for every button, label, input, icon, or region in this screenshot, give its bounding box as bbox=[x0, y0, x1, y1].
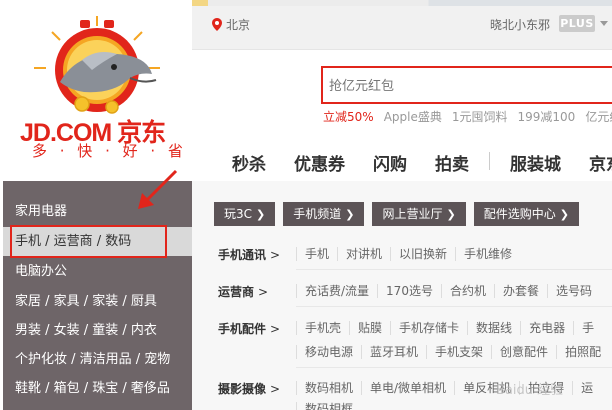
subcat-heading-label: 手机通讯 bbox=[218, 248, 267, 262]
chevron-right-icon: > bbox=[270, 382, 281, 396]
category-item-personal-care[interactable]: 个护化妆 / 清洁用品 / 宠物 bbox=[3, 345, 192, 374]
subcat-link[interactable]: 以旧换新 bbox=[390, 247, 455, 261]
baidu-watermark: Baidu 经验 bbox=[496, 383, 564, 398]
nav-auction[interactable]: 拍卖 bbox=[435, 150, 469, 175]
category-menu: 家用电器 手机 / 运营商 / 数码 电脑办公 家居 / 家具 / 家装 / 厨… bbox=[3, 181, 192, 410]
subcat-links: 手机壳 贴膜 手机存储卡 数据线 充电器 手 bbox=[296, 321, 602, 335]
subcat-link[interactable]: 创意配件 bbox=[491, 345, 556, 359]
hotword-link[interactable]: 立减50% bbox=[323, 108, 374, 125]
chevron-right-icon: ❯ bbox=[256, 208, 266, 221]
subcat-links: 充话费/流量 170选号 合约机 办套餐 选号码 bbox=[296, 284, 600, 298]
subcat-link[interactable]: 选号码 bbox=[546, 284, 600, 298]
nav-divider bbox=[489, 152, 490, 170]
subcat-heading-label: 运营商 bbox=[218, 285, 255, 299]
subcat-link[interactable]: 移动电源 bbox=[296, 345, 361, 359]
category-item-shoes-bags[interactable]: 鞋靴 / 箱包 / 珠宝 / 奢侈品 bbox=[3, 374, 192, 403]
row-divider bbox=[296, 306, 612, 307]
subcat-link[interactable]: 对讲机 bbox=[337, 247, 390, 261]
subcat-links: 手机 对讲机 以旧换新 手机维修 bbox=[296, 247, 520, 261]
subcat-heading-carrier[interactable]: 运营商 > bbox=[218, 283, 268, 300]
subcat-link[interactable]: 手机存储卡 bbox=[390, 321, 467, 335]
chevron-right-icon: > bbox=[270, 248, 281, 262]
nav-flash-sale[interactable]: 闪购 bbox=[373, 150, 407, 175]
subcat-link[interactable]: 办套餐 bbox=[493, 284, 547, 298]
hotword-link[interactable]: Apple盛典 bbox=[384, 108, 442, 125]
subcat-heading-phone-comm[interactable]: 手机通讯 > bbox=[218, 246, 280, 263]
channel-chips: 玩3C ❯ 手机频道 ❯ 网上营业厅 ❯ 配件选购中心 ❯ bbox=[214, 202, 579, 226]
subcat-link[interactable]: 合约机 bbox=[440, 284, 494, 298]
chip-label: 玩3C bbox=[224, 207, 253, 221]
location-selector[interactable]: 北京 bbox=[212, 16, 250, 33]
chip-phone-channel[interactable]: 手机频道 ❯ bbox=[283, 202, 365, 226]
subcat-link[interactable]: 充话费/流量 bbox=[296, 284, 377, 298]
subcat-link[interactable]: 手机支架 bbox=[426, 345, 491, 359]
nav-fashion-city[interactable]: 服装城 bbox=[510, 150, 561, 175]
subcat-link[interactable]: 手机 bbox=[296, 247, 337, 261]
subcat-link[interactable]: 手机维修 bbox=[455, 247, 520, 261]
chip-play-3c[interactable]: 玩3C ❯ bbox=[214, 202, 276, 226]
chip-accessory-center[interactable]: 配件选购中心 ❯ bbox=[473, 202, 579, 226]
subcat-heading-label: 手机配件 bbox=[218, 322, 267, 336]
nav-coupons[interactable]: 优惠券 bbox=[294, 150, 345, 175]
subcat-link[interactable]: 数码相机 bbox=[296, 381, 361, 395]
subcat-link[interactable]: 数码相框 bbox=[296, 402, 361, 410]
subcat-link[interactable]: 手机壳 bbox=[296, 321, 349, 335]
hot-search-words: 立减50% Apple盛典 1元囤饲料 199减100 亿元红 bbox=[323, 108, 612, 125]
search-input[interactable] bbox=[329, 76, 609, 96]
nav-jd[interactable]: 京东 bbox=[589, 150, 612, 175]
subcat-links: 移动电源 蓝牙耳机 手机支架 创意配件 拍照配 bbox=[296, 345, 609, 359]
chip-label: 网上营业厅 bbox=[382, 207, 443, 221]
subcat-heading-label: 摄影摄像 bbox=[218, 382, 267, 396]
hotword-link[interactable]: 亿元红 bbox=[585, 108, 612, 125]
chip-online-hall[interactable]: 网上营业厅 ❯ bbox=[372, 202, 466, 226]
row-divider bbox=[296, 367, 612, 368]
location-city: 北京 bbox=[226, 18, 251, 32]
row-divider bbox=[296, 269, 612, 270]
nav-seckill[interactable]: 秒杀 bbox=[232, 150, 266, 175]
category-item-home[interactable]: 家居 / 家具 / 家装 / 厨具 bbox=[3, 287, 192, 316]
search-box[interactable] bbox=[321, 66, 612, 104]
chevron-right-icon: ❯ bbox=[559, 208, 569, 221]
plus-badge[interactable]: PLUS bbox=[559, 15, 595, 32]
subcat-heading-photography[interactable]: 摄影摄像 > bbox=[218, 380, 280, 397]
chevron-down-icon[interactable] bbox=[600, 21, 608, 26]
chevron-right-icon: ❯ bbox=[446, 208, 456, 221]
subcat-link[interactable]: 蓝牙耳机 bbox=[361, 345, 426, 359]
main-nav: 秒杀 优惠券 闪购 拍卖 服装城 京东 bbox=[232, 150, 612, 175]
subcat-links: 数码相框 bbox=[296, 402, 361, 410]
location-pin-icon bbox=[212, 18, 222, 31]
jd-logo[interactable]: JD.COM 京东 多 · 快 · 好 · 省 bbox=[0, 0, 192, 178]
subcat-link[interactable]: 单电/微单相机 bbox=[361, 381, 454, 395]
subcat-link[interactable]: 手 bbox=[573, 321, 602, 335]
annotation-arrow-icon bbox=[138, 169, 178, 209]
jd-mascot-clock-icon bbox=[34, 16, 160, 114]
jd-slogan: 多 · 快 · 好 · 省 bbox=[32, 142, 187, 160]
subcat-link[interactable]: 运 bbox=[572, 381, 601, 395]
user-name-link[interactable]: 晓北小东邪 bbox=[490, 16, 550, 33]
chip-label: 手机频道 bbox=[293, 207, 342, 221]
subcat-link[interactable]: 170选号 bbox=[377, 284, 441, 298]
category-item-clothing[interactable]: 男装 / 女装 / 童装 / 内衣 bbox=[3, 316, 192, 345]
subcat-link[interactable]: 数据线 bbox=[467, 321, 520, 335]
chevron-right-icon: > bbox=[258, 285, 269, 299]
chip-label: 配件选购中心 bbox=[483, 207, 556, 221]
subcat-link[interactable]: 贴膜 bbox=[349, 321, 390, 335]
chevron-right-icon: ❯ bbox=[345, 208, 355, 221]
hotword-link[interactable]: 199减100 bbox=[518, 108, 576, 125]
subcat-link[interactable]: 充电器 bbox=[520, 321, 573, 335]
subcat-heading-phone-accessories[interactable]: 手机配件 > bbox=[218, 320, 280, 337]
hotword-link[interactable]: 1元囤饲料 bbox=[452, 108, 508, 125]
jd-homepage: 北京 晓北小东邪 PLUS JD.COM 京东 多 · 快 · 好 · 省 抢亿… bbox=[0, 0, 612, 410]
highlight-box bbox=[10, 225, 167, 258]
subcat-link[interactable]: 拍照配 bbox=[556, 345, 609, 359]
chevron-right-icon: > bbox=[270, 322, 281, 336]
category-item-computers[interactable]: 电脑办公 bbox=[3, 257, 192, 286]
